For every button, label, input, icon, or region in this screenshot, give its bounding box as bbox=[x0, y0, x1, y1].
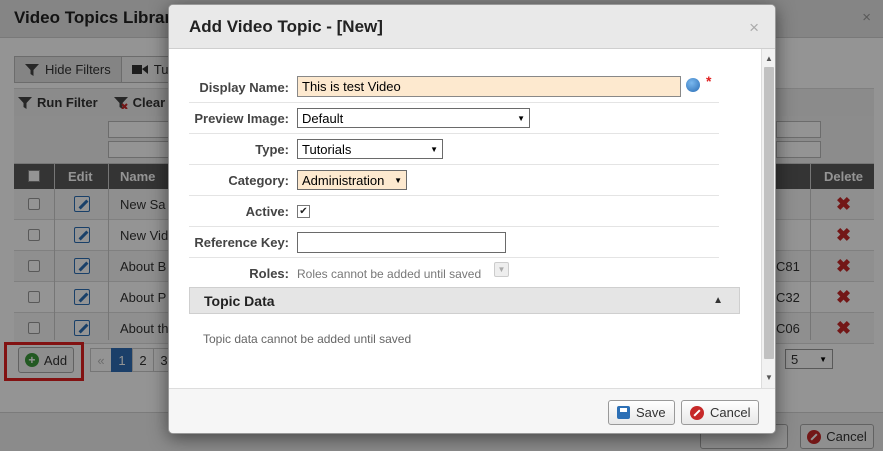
active-row: Active: ✔ bbox=[189, 196, 719, 227]
preview-image-row: Preview Image: Default ▼ bbox=[189, 103, 719, 134]
category-select[interactable]: Administration ▼ bbox=[297, 170, 407, 190]
chevron-down-icon: ▼ bbox=[517, 113, 525, 123]
scrollbar-thumb[interactable] bbox=[764, 67, 774, 359]
preview-image-value: Default bbox=[302, 110, 344, 126]
dialog-footer: Save Cancel bbox=[169, 388, 775, 433]
topic-data-title: Topic Data bbox=[204, 293, 275, 309]
type-value: Tutorials bbox=[302, 141, 352, 157]
type-row: Type: Tutorials ▼ bbox=[189, 134, 719, 165]
cancel-button[interactable]: Cancel bbox=[681, 400, 760, 425]
category-label: Category: bbox=[228, 173, 289, 188]
save-button[interactable]: Save bbox=[608, 400, 675, 425]
scroll-down-icon[interactable]: ▼ bbox=[762, 371, 775, 385]
required-indicator: * bbox=[706, 73, 712, 89]
roles-note: Roles cannot be added until saved bbox=[297, 267, 482, 281]
chevron-down-icon: ▼ bbox=[430, 144, 438, 154]
topic-data-note: Topic data cannot be added until saved bbox=[203, 332, 412, 346]
globe-icon[interactable] bbox=[686, 78, 700, 92]
active-checkbox[interactable]: ✔ bbox=[297, 205, 310, 218]
reference-key-input[interactable] bbox=[297, 232, 506, 253]
collapse-icon[interactable]: ▲ bbox=[713, 295, 723, 306]
preview-image-label: Preview Image: bbox=[194, 111, 289, 126]
type-select[interactable]: Tutorials ▼ bbox=[297, 139, 443, 159]
reference-key-row: Reference Key: bbox=[189, 227, 719, 258]
dialog-body: Display Name: * Preview Image: Default ▼… bbox=[169, 49, 775, 388]
dialog-title: Add Video Topic - [New] bbox=[189, 17, 383, 36]
display-name-row: Display Name: * bbox=[189, 72, 719, 103]
roles-picker-button[interactable]: ▼ bbox=[494, 262, 509, 277]
add-video-topic-dialog: Add Video Topic - [New] × Display Name: … bbox=[168, 4, 776, 434]
active-label: Active: bbox=[245, 204, 289, 219]
display-name-label: Display Name: bbox=[199, 80, 289, 95]
cancel-icon bbox=[690, 405, 704, 420]
roles-label: Roles: bbox=[249, 266, 289, 281]
roles-row: Roles: Roles cannot be added until saved… bbox=[189, 258, 719, 289]
cancel-button-label: Cancel bbox=[710, 405, 751, 420]
reference-key-label: Reference Key: bbox=[194, 235, 289, 250]
preview-image-select[interactable]: Default ▼ bbox=[297, 108, 530, 128]
dialog-scrollbar[interactable]: ▲ ▼ bbox=[761, 49, 775, 388]
topic-data-section-header[interactable]: Topic Data ▲ bbox=[189, 287, 740, 314]
category-row: Category: Administration ▼ bbox=[189, 165, 719, 196]
category-value: Administration bbox=[302, 172, 385, 188]
close-icon[interactable]: × bbox=[749, 18, 759, 38]
scroll-up-icon[interactable]: ▲ bbox=[762, 52, 775, 66]
chevron-down-icon: ▼ bbox=[394, 175, 402, 185]
save-icon bbox=[617, 406, 630, 419]
type-label: Type: bbox=[255, 142, 289, 157]
dialog-header: Add Video Topic - [New] × bbox=[169, 5, 775, 49]
display-name-input[interactable] bbox=[297, 76, 681, 97]
save-button-label: Save bbox=[636, 405, 666, 420]
